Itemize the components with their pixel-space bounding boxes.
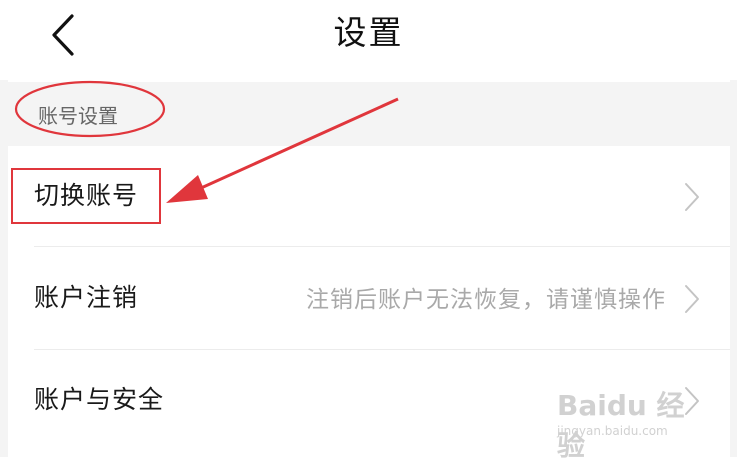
row-account-cancellation[interactable]: 账户注销 注销后账户无法恢复，请谨慎操作 (8, 248, 730, 348)
row-label: 账户注销 (34, 283, 139, 312)
chevron-right-icon (685, 285, 699, 313)
baidu-jingyan-watermark: Baidu 经验 jingyan.baidu.com (557, 374, 707, 462)
chevron-right-icon (685, 183, 699, 211)
row-hint: 注销后账户无法恢复，请谨慎操作 (306, 287, 666, 313)
annotation-arrow-icon (166, 97, 399, 203)
nav-header: 设置 (0, 0, 737, 80)
page-title: 设置 (333, 13, 404, 52)
watermark-url: jingyan.baidu.com (557, 424, 668, 438)
annotation-box (11, 168, 161, 224)
divider (34, 246, 730, 247)
row-label: 账户与安全 (34, 385, 165, 414)
annotation-ellipse (14, 80, 166, 138)
